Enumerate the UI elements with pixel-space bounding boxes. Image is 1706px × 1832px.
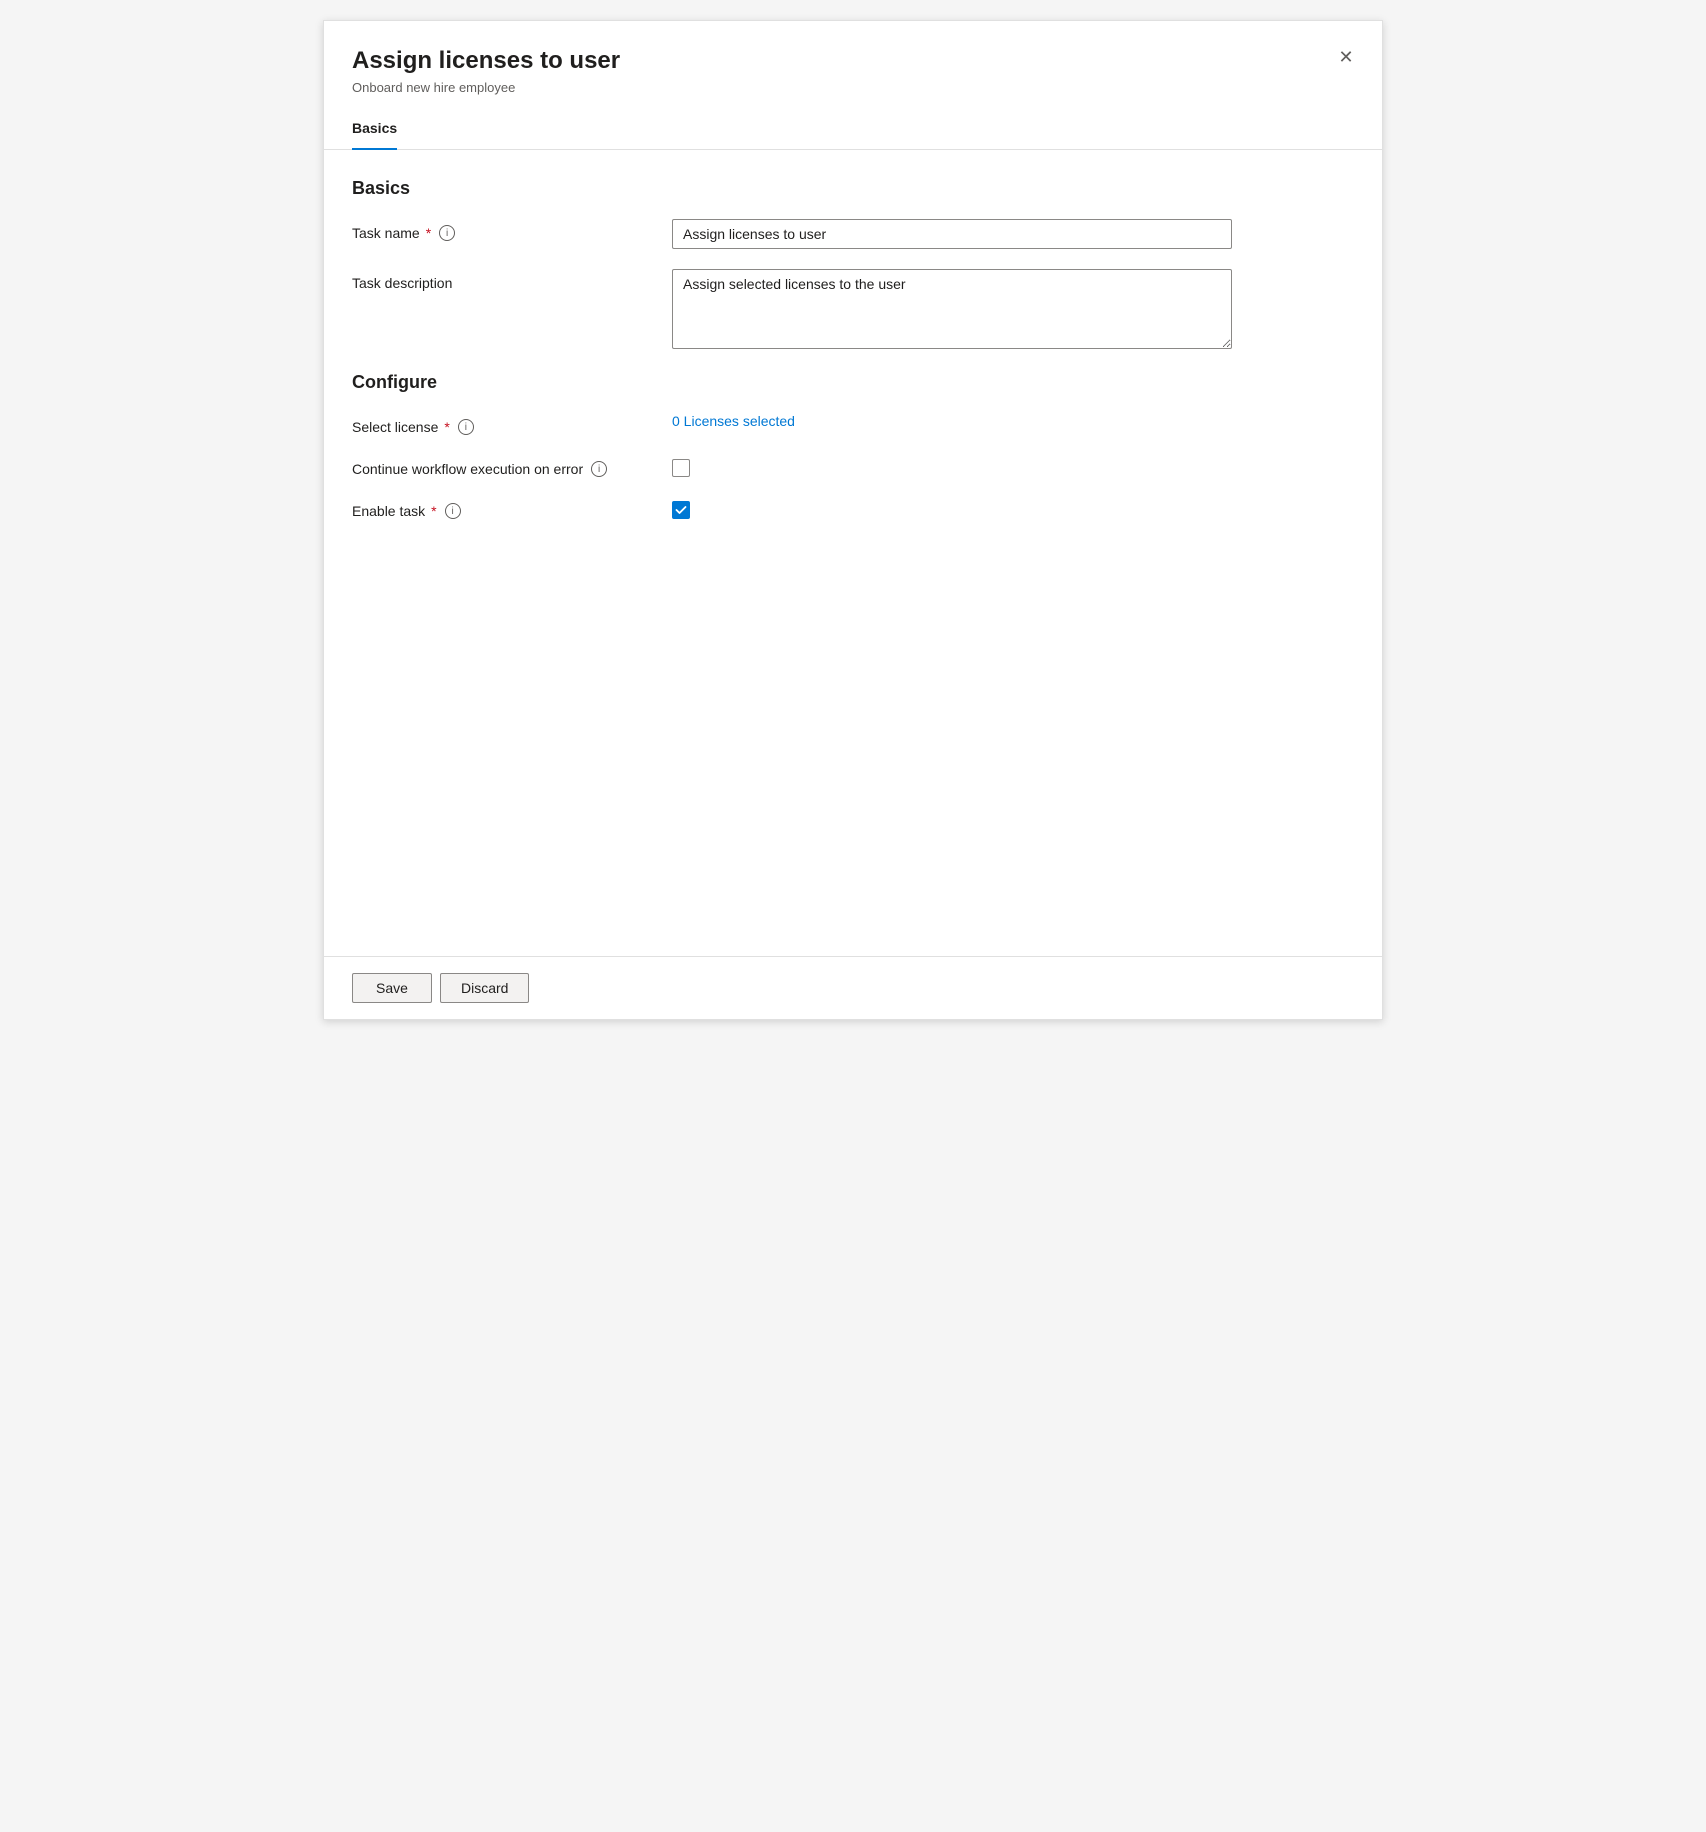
task-name-info-icon[interactable]: i — [439, 225, 455, 241]
task-description-control: Assign selected licenses to the user — [672, 269, 1354, 352]
continue-on-error-row: Continue workflow execution on error i — [352, 455, 1354, 477]
select-license-control: 0 Licenses selected — [672, 413, 1354, 429]
basics-section: Basics Task name * i Task description A — [352, 178, 1354, 352]
configure-section: Configure Select license * i 0 Licenses … — [352, 372, 1354, 519]
task-name-control — [672, 219, 1354, 249]
assign-licenses-dialog: Assign licenses to user Onboard new hire… — [323, 20, 1383, 1020]
select-license-label: Select license * i — [352, 413, 672, 435]
tabs-bar: Basics — [324, 107, 1382, 150]
dialog-subtitle: Onboard new hire employee — [352, 80, 1354, 95]
task-name-required: * — [426, 225, 431, 241]
continue-on-error-info-icon[interactable]: i — [591, 461, 607, 477]
discard-button[interactable]: Discard — [440, 973, 529, 1003]
task-description-label: Task description — [352, 269, 672, 291]
dialog-title: Assign licenses to user — [352, 45, 1354, 76]
enable-task-required: * — [431, 503, 436, 519]
enable-task-label: Enable task * i — [352, 497, 672, 519]
task-name-input[interactable] — [672, 219, 1232, 249]
check-icon — [675, 504, 687, 516]
select-license-required: * — [444, 419, 449, 435]
save-button[interactable]: Save — [352, 973, 432, 1003]
task-description-textarea[interactable]: Assign selected licenses to the user — [672, 269, 1232, 349]
continue-on-error-label: Continue workflow execution on error i — [352, 455, 672, 477]
task-name-row: Task name * i — [352, 219, 1354, 249]
continue-on-error-checkbox[interactable] — [672, 459, 690, 477]
close-button[interactable]: ✕ — [1330, 41, 1362, 73]
enable-task-control — [672, 497, 1354, 519]
enable-task-row: Enable task * i — [352, 497, 1354, 519]
task-name-label: Task name * i — [352, 219, 672, 241]
dialog-header: Assign licenses to user Onboard new hire… — [324, 21, 1382, 107]
select-license-info-icon[interactable]: i — [458, 419, 474, 435]
continue-on-error-control — [672, 455, 1354, 477]
dialog-footer: Save Discard — [324, 956, 1382, 1019]
basics-section-title: Basics — [352, 178, 1354, 199]
close-icon: ✕ — [1338, 47, 1353, 68]
select-license-row: Select license * i 0 Licenses selected — [352, 413, 1354, 435]
tab-basics[interactable]: Basics — [352, 108, 397, 150]
enable-task-checkbox[interactable] — [672, 501, 690, 519]
task-description-row: Task description Assign selected license… — [352, 269, 1354, 352]
licenses-selected-link[interactable]: 0 Licenses selected — [672, 413, 795, 429]
enable-task-info-icon[interactable]: i — [445, 503, 461, 519]
configure-section-title: Configure — [352, 372, 1354, 393]
dialog-body: Basics Task name * i Task description A — [324, 150, 1382, 956]
